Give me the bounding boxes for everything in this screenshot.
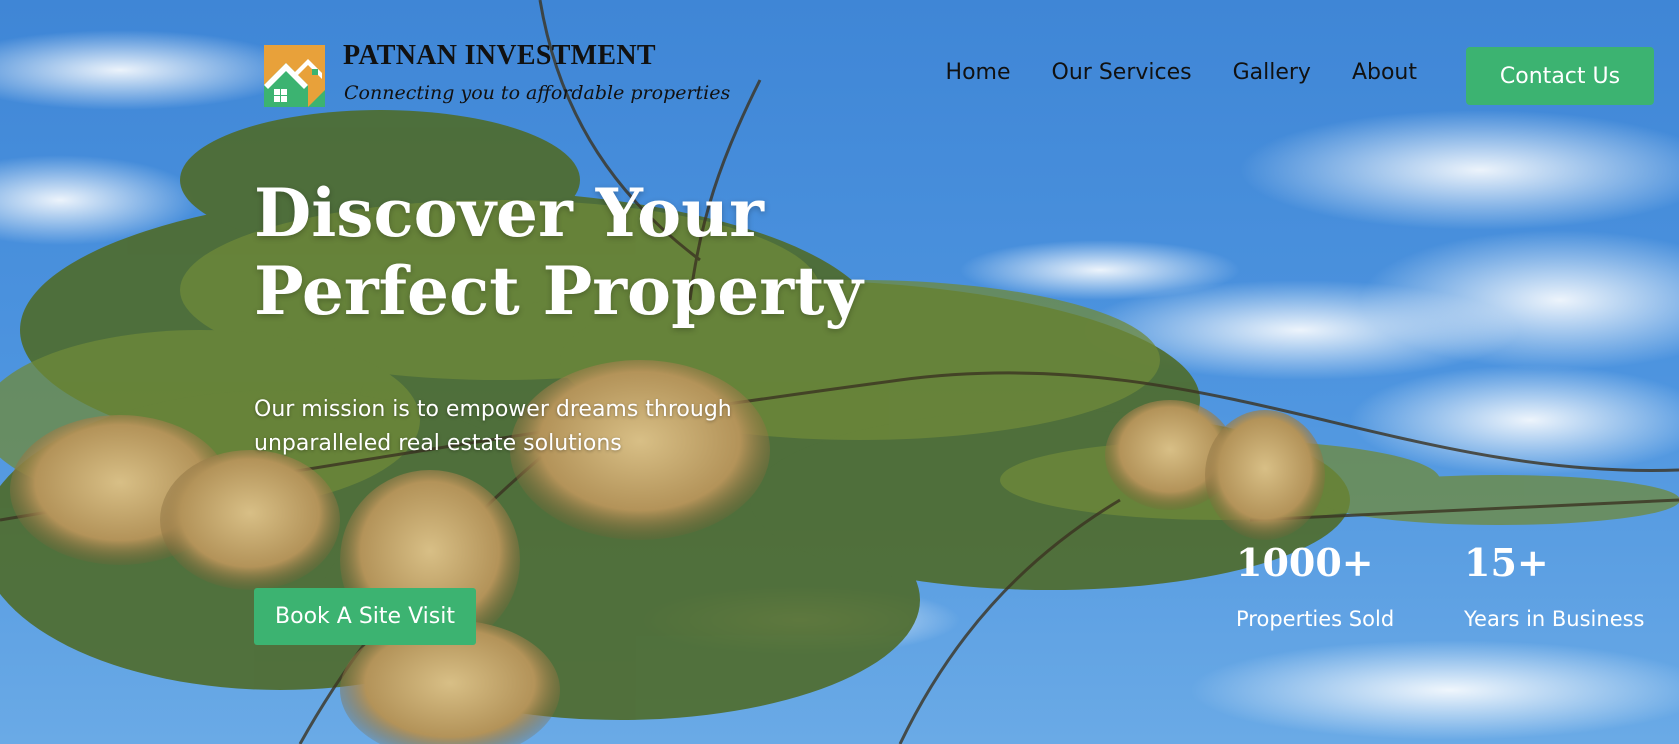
nav-about[interactable]: About — [1352, 60, 1417, 85]
book-site-visit-button[interactable]: Book A Site Visit — [254, 588, 476, 645]
hero-mission-text: Our mission is to empower dreams through… — [254, 397, 732, 456]
hero-title-line-1: Discover Your — [254, 174, 764, 252]
stat-properties-sold: 1000+ Properties Sold — [1236, 540, 1394, 631]
stat-value: 15+ — [1464, 540, 1549, 585]
stat-label: Properties Sold — [1236, 607, 1395, 631]
hero-title-line-2: Perfect Property — [254, 252, 863, 330]
stat-years-in-business: 15+ Years in Business — [1464, 540, 1645, 631]
nav-gallery[interactable]: Gallery — [1233, 60, 1311, 85]
nav-our-services[interactable]: Our Services — [1052, 60, 1192, 85]
contact-us-button[interactable]: Contact Us — [1466, 47, 1654, 105]
main-nav: Home Our Services Gallery About — [946, 60, 1417, 85]
hero-title: Discover Your Perfect Property — [254, 174, 874, 330]
brand-name[interactable]: PATNAN INVESTMENT — [343, 40, 656, 72]
nav-home[interactable]: Home — [946, 60, 1011, 85]
site-header: PATNAN INVESTMENT Connecting you to affo… — [0, 0, 1679, 140]
brand-tagline: Connecting you to affordable properties — [344, 82, 731, 104]
stat-value: 1000+ — [1236, 540, 1374, 585]
stat-label: Years in Business — [1464, 607, 1645, 631]
house-logo-icon[interactable] — [264, 45, 325, 107]
